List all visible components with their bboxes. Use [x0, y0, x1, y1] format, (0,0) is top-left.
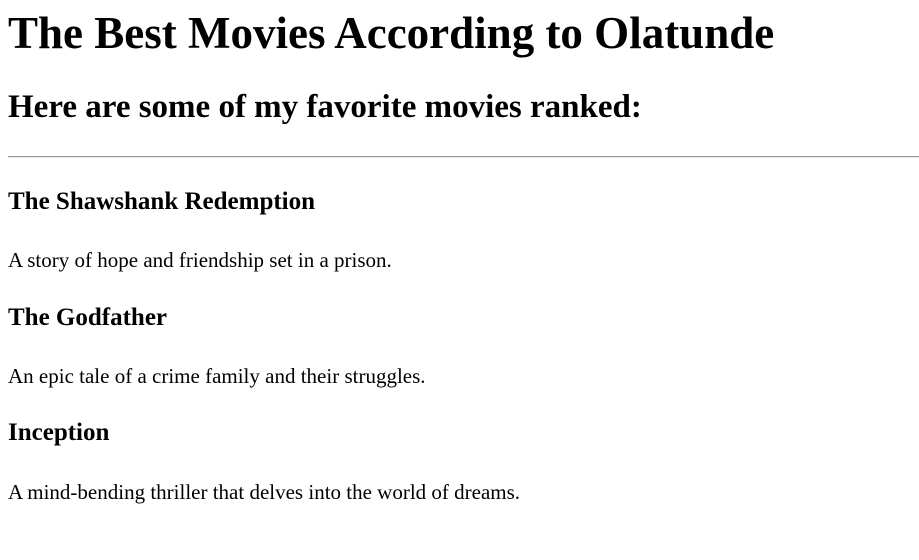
movie-description: A story of hope and friendship set in a …	[8, 248, 392, 273]
movie-item: The Godfather An epic tale of a crime fa…	[8, 304, 911, 389]
movie-title: Inception	[8, 419, 110, 447]
movie-item: The Shawshank Redemption A story of hope…	[8, 188, 911, 273]
movie-title: The Shawshank Redemption	[8, 187, 316, 215]
page-subtitle: Here are some of my favorite movies rank…	[8, 88, 642, 125]
divider	[8, 155, 919, 158]
movie-description: An epic tale of a crime family and their…	[8, 364, 426, 389]
movie-title: The Godfather	[8, 303, 168, 331]
movie-item: Inception A mind-bending thriller that d…	[8, 419, 911, 504]
page-title: The Best Movies According to Olatunde	[8, 8, 775, 58]
movie-description: A mind-bending thriller that delves into…	[8, 480, 521, 505]
